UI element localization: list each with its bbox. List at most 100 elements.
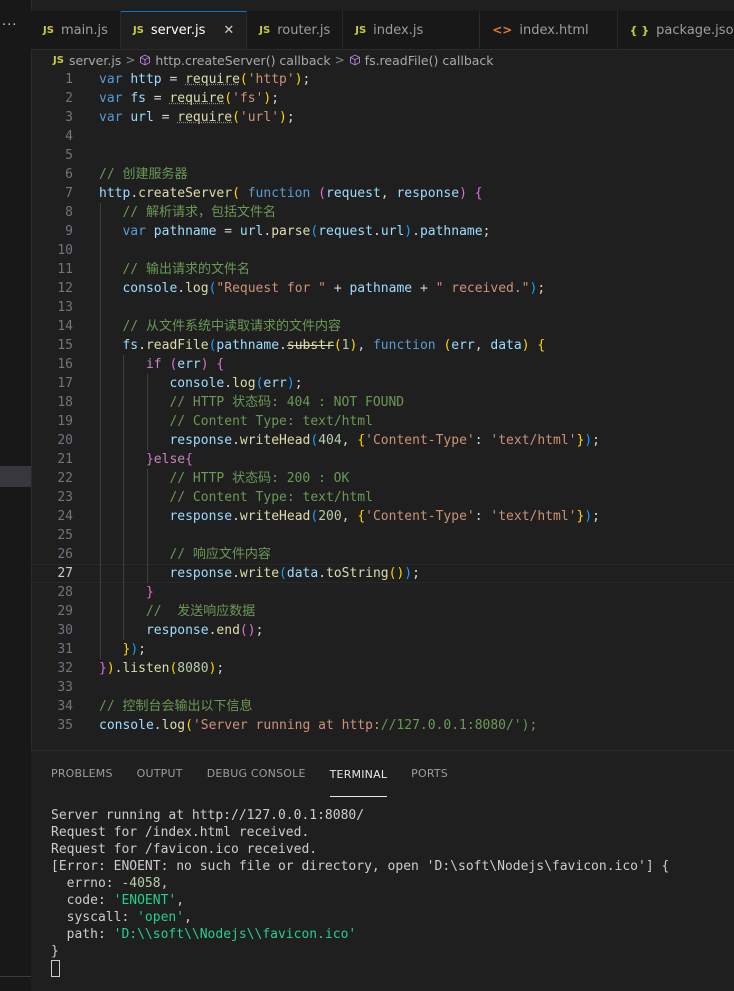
- line-number: 8: [65, 205, 73, 220]
- code-line[interactable]: 35 console.log('Server running at http://…: [31, 716, 734, 735]
- line-number: 30: [57, 623, 73, 638]
- line-number: 21: [57, 452, 73, 467]
- code-line[interactable]: 29 // 发送响应数据: [31, 602, 734, 621]
- breadcrumb-item-create-server[interactable]: http.createServer() callback: [155, 53, 330, 68]
- code-text: // Content Type: text/html: [169, 414, 373, 429]
- sidebar-divider: [0, 976, 31, 977]
- code-line[interactable]: 7 http.createServer( function (request, r…: [31, 184, 734, 203]
- code-line[interactable]: 11 // 输出请求的文件名: [31, 260, 734, 279]
- tab-label: package.json: [656, 22, 734, 38]
- line-number: 6: [65, 167, 73, 182]
- code-text: // Content Type: text/html: [169, 490, 373, 505]
- code-editor[interactable]: 1 var http = require('http'); 2 var fs = re…: [31, 70, 734, 750]
- code-line[interactable]: 34 // 控制台会输出以下信息: [31, 697, 734, 716]
- code-line[interactable]: 4: [31, 127, 734, 146]
- code-line[interactable]: 12 console.log("Request for " + pathname…: [31, 279, 734, 298]
- code-line[interactable]: 10: [31, 241, 734, 260]
- code-line[interactable]: 2 var fs = require('fs');: [31, 89, 734, 108]
- terminal-output[interactable]: Server running at http://127.0.0.1:8080/…: [51, 807, 724, 979]
- js-file-icon: JS: [132, 25, 144, 36]
- tab-ports[interactable]: PORTS: [411, 751, 448, 797]
- more-actions-icon[interactable]: ...: [2, 14, 17, 29]
- line-number: 20: [57, 433, 73, 448]
- tab-index-html[interactable]: <> index.html: [480, 11, 618, 49]
- code-line[interactable]: 27 response.write(data.toString());: [31, 564, 734, 583]
- tab-debug-console[interactable]: DEBUG CONSOLE: [207, 751, 306, 797]
- tab-main-js[interactable]: JS main.js: [31, 11, 121, 49]
- code-line[interactable]: 24 response.writeHead(200, {'Content-Typ…: [31, 507, 734, 526]
- js-file-icon: JS: [355, 24, 367, 36]
- tab-server-js[interactable]: JS server.js ✕: [120, 11, 248, 49]
- indent-guide: [146, 469, 148, 583]
- line-number: 18: [57, 395, 73, 410]
- tab-output[interactable]: OUTPUT: [137, 751, 183, 797]
- line-number: 34: [57, 699, 73, 714]
- code-line[interactable]: 9 var pathname = url.parse(request.url).…: [31, 222, 734, 241]
- code-line[interactable]: 32}).listen(8080);: [31, 659, 734, 678]
- code-line[interactable]: 8 // 解析请求，包括文件名: [31, 203, 734, 222]
- line-number: 12: [57, 281, 73, 296]
- code-line[interactable]: 26 // 响应文件内容: [31, 545, 734, 564]
- code-line[interactable]: 6 // 创建服务器: [31, 165, 734, 184]
- breadcrumb-item-read-file[interactable]: fs.readFile() callback: [365, 53, 494, 68]
- code-line[interactable]: 1 var http = require('http');: [31, 70, 734, 89]
- line-number: 22: [57, 471, 73, 486]
- code-text: });: [122, 642, 146, 657]
- code-text: }: [145, 585, 154, 600]
- code-line[interactable]: 14 // 从文件系统中读取请求的文件内容: [31, 317, 734, 336]
- code-line[interactable]: 25: [31, 526, 734, 545]
- code-line[interactable]: 3 var url = require('url');: [31, 108, 734, 127]
- tab-router-js[interactable]: JS router.js: [247, 11, 344, 49]
- html-file-icon: <>: [492, 23, 513, 37]
- line-number: 17: [57, 376, 73, 391]
- code-line[interactable]: 21 }else{: [31, 450, 734, 469]
- activity-sidebar: ...: [0, 0, 32, 991]
- code-line[interactable]: 28 }: [31, 583, 734, 602]
- chevron-right-icon: >: [334, 53, 345, 67]
- terminal-line: Request for /index.html received.: [51, 825, 310, 840]
- tab-package-json[interactable]: { } package.json: [618, 11, 734, 49]
- code-line[interactable]: 13: [31, 298, 734, 317]
- sidebar-selected-row[interactable]: [0, 466, 31, 487]
- terminal-cursor[interactable]: [51, 960, 724, 979]
- code-line[interactable]: 30 response.end();: [31, 621, 734, 640]
- line-number: 19: [57, 414, 73, 429]
- close-icon[interactable]: ✕: [223, 23, 234, 38]
- line-number: 2: [65, 91, 73, 106]
- code-line[interactable]: 17 console.log(err);: [31, 374, 734, 393]
- line-number: 24: [57, 509, 73, 524]
- code-line[interactable]: 20 response.writeHead(404, {'Content-Typ…: [31, 431, 734, 450]
- bottom-panel: PROBLEMS OUTPUT DEBUG CONSOLE TERMINAL P…: [31, 750, 734, 991]
- line-number: 13: [57, 300, 73, 315]
- code-line[interactable]: 18 // HTTP 状态码: 404 : NOT FOUND: [31, 393, 734, 412]
- breadcrumb-file[interactable]: server.js: [69, 53, 121, 68]
- code-text: http.createServer( function (request, re…: [99, 186, 483, 201]
- js-file-icon: JS: [53, 54, 64, 66]
- tab-terminal[interactable]: TERMINAL: [329, 761, 388, 797]
- line-number: 35: [57, 718, 73, 733]
- line-number: 14: [57, 319, 73, 334]
- code-line[interactable]: 16 if (err) {: [31, 355, 734, 374]
- code-line[interactable]: 15 fs.readFile(pathname.substr(1), funct…: [31, 336, 734, 355]
- code-text: console.log("Request for " + pathname + …: [122, 281, 546, 296]
- line-number: 25: [57, 528, 73, 543]
- line-number: 33: [57, 680, 73, 695]
- tab-label: main.js: [60, 22, 108, 38]
- line-number: 15: [57, 338, 73, 353]
- code-text: // 响应文件内容: [169, 547, 271, 562]
- line-number: 28: [57, 585, 73, 600]
- code-text: response.writeHead(200, {'Content-Type':…: [169, 509, 600, 524]
- code-line[interactable]: 19 // Content Type: text/html: [31, 412, 734, 431]
- tab-label: router.js: [277, 22, 331, 38]
- code-line[interactable]: 31 });: [31, 640, 734, 659]
- tab-index-js[interactable]: JS index.js: [343, 11, 481, 49]
- code-line[interactable]: 22 // HTTP 状态码: 200 : OK: [31, 469, 734, 488]
- code-text: // 输出请求的文件名: [122, 262, 250, 277]
- code-line[interactable]: 23 // Content Type: text/html: [31, 488, 734, 507]
- line-number: 5: [65, 148, 73, 163]
- line-number: 27: [57, 566, 73, 581]
- indent-guide: [146, 374, 148, 450]
- code-line[interactable]: 5: [31, 146, 734, 165]
- code-line[interactable]: 33: [31, 678, 734, 697]
- tab-problems[interactable]: PROBLEMS: [51, 751, 113, 797]
